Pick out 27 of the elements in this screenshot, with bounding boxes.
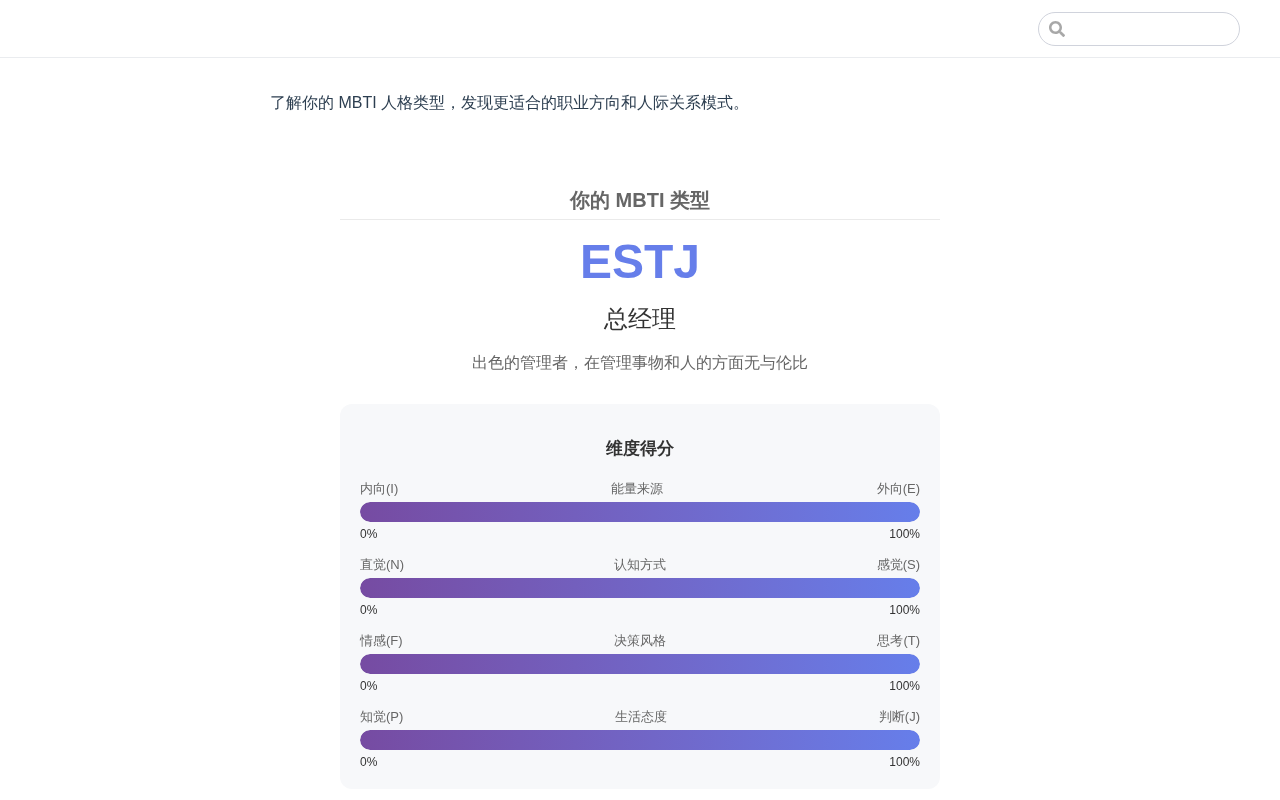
- percent-label: 100%: [889, 602, 920, 618]
- trait-label: 判断(J): [878, 708, 920, 726]
- trait-label: 思考(T): [877, 632, 920, 650]
- trait-label: 感觉(S): [876, 556, 920, 574]
- type-code: ESTJ: [578, 238, 701, 286]
- percent-label: 0%: [360, 602, 378, 618]
- trait-label: 情感(F): [360, 632, 403, 650]
- percent-label: 100%: [889, 754, 920, 770]
- dimension-label: 能量来源: [611, 480, 664, 498]
- dimension-label: 生活态度: [615, 708, 668, 726]
- type-description: 出色的管理者，在管理事物和人的方面无与伦比: [471, 353, 809, 373]
- result-heading: 你的 MBTI 类型: [340, 186, 940, 220]
- intro-text: 了解你的 MBTI 人格类型，发现更适合的职业方向和人际关系模式。: [270, 93, 751, 113]
- trait-label: 直觉(N): [360, 556, 405, 574]
- percent-label: 0%: [360, 678, 378, 694]
- percent-label: 0%: [360, 526, 378, 542]
- dimension-label: 认知方式: [614, 556, 667, 574]
- dimension-label: 决策风格: [614, 632, 666, 650]
- percent-label: 100%: [889, 526, 920, 542]
- trait-label: 内向(I): [360, 480, 399, 498]
- search-icon: [1049, 20, 1065, 37]
- trait-label: 外向(E): [876, 480, 920, 498]
- type-name: 总经理: [603, 304, 677, 334]
- score-title: 维度得分: [605, 438, 675, 460]
- percent-label: 100%: [889, 678, 920, 694]
- percent-label: 0%: [360, 754, 378, 770]
- trait-label: 知觉(P): [360, 708, 404, 726]
